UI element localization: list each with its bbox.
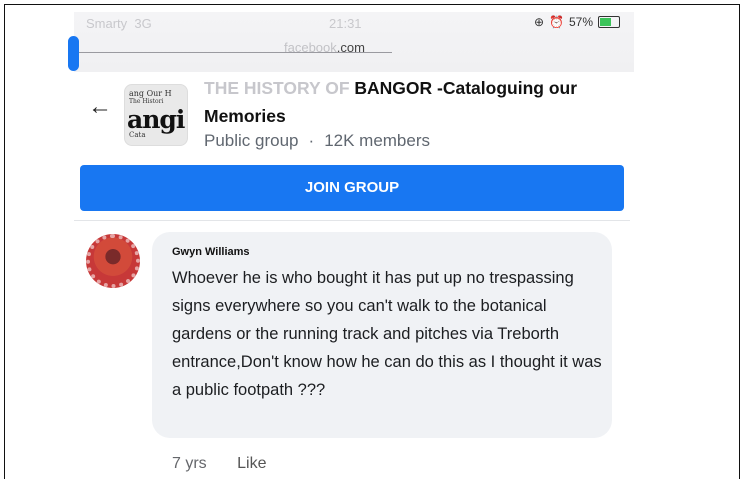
- comment-bubble: Gwyn Williams Whoever he is who bought i…: [152, 232, 612, 438]
- group-title[interactable]: THE HISTORY OF BANGOR -Cataloguing our M…: [204, 74, 614, 130]
- separator: ·: [308, 131, 315, 150]
- comment-age[interactable]: 7 yrs: [172, 455, 207, 472]
- like-button[interactable]: Like: [237, 455, 266, 472]
- alarm-icon: ⏰: [549, 15, 564, 29]
- thumb-text: angi: [127, 105, 185, 134]
- avatar[interactable]: [86, 234, 140, 288]
- group-meta: Public group · 12K members: [204, 131, 430, 151]
- comment-text: Whoever he is who bought it has put up n…: [172, 269, 602, 399]
- battery-charging-icon: [598, 16, 620, 28]
- group-cover-thumbnail[interactable]: ang Our H The Histori angi Cata: [124, 84, 188, 146]
- carrier-label: Smarty 3G: [86, 16, 152, 31]
- back-arrow-icon[interactable]: ←: [88, 95, 112, 119]
- page-load-progress: [74, 52, 392, 53]
- status-icons: ⊕ ⏰ 57%: [534, 15, 620, 29]
- browser-status-bar: Smarty 3G 21:31 ⊕ ⏰ 57% facebook.com: [74, 12, 634, 72]
- thumb-text: ang Our H: [129, 89, 172, 98]
- comment-actions: 7 yrs Like: [172, 455, 266, 473]
- battery-percent: 57%: [568, 15, 593, 29]
- member-count[interactable]: 12K members: [324, 131, 430, 150]
- thumb-text: The Histori: [129, 98, 164, 105]
- clock: 21:31: [329, 16, 362, 31]
- divider: [74, 220, 630, 221]
- thumb-text: Cata: [129, 131, 146, 139]
- comment-author[interactable]: Gwyn Williams: [172, 246, 250, 258]
- group-privacy: Public group: [204, 131, 299, 150]
- orientation-lock-icon: ⊕: [533, 15, 545, 29]
- scroll-handle[interactable]: [68, 36, 79, 71]
- join-group-button[interactable]: JOIN GROUP: [80, 165, 624, 211]
